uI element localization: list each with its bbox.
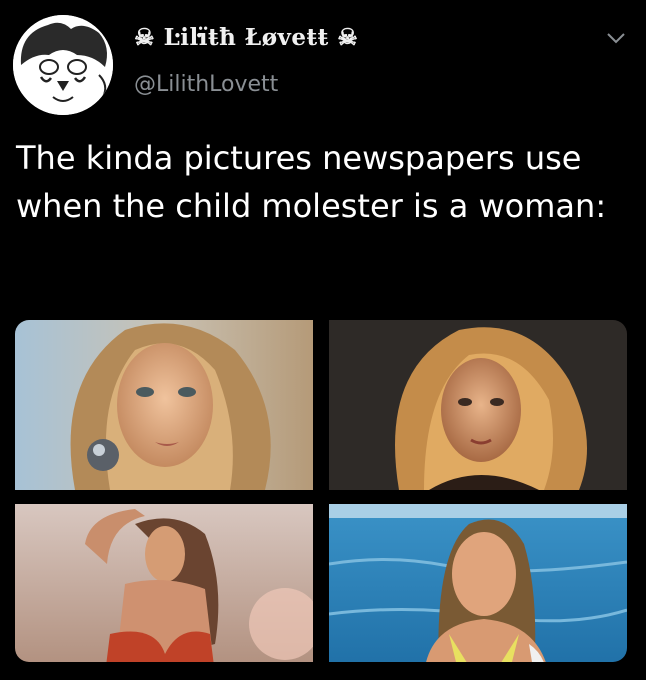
cartoon-avatar-icon: [13, 15, 113, 115]
tweet-text: The kinda pictures newspapers use when t…: [16, 139, 607, 225]
media-grid: [15, 320, 627, 662]
user-handle[interactable]: @LilithLovett: [134, 72, 278, 97]
avatar[interactable]: [13, 15, 113, 115]
chevron-down-icon[interactable]: [606, 30, 626, 44]
photo-1[interactable]: [15, 320, 313, 490]
photo-4[interactable]: [329, 504, 627, 662]
display-name[interactable]: ☠ Ŀiŀïŧħ Łøvеŧŧ ☠: [134, 24, 358, 51]
photo-3[interactable]: [15, 504, 313, 662]
photo-2[interactable]: [329, 320, 627, 490]
